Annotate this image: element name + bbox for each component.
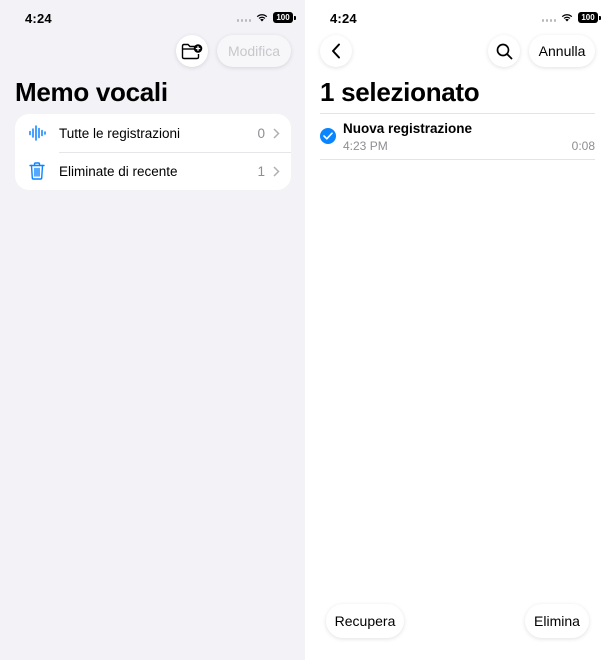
status-time: 4:24	[330, 11, 357, 26]
status-bar: 4:24 100	[0, 0, 305, 36]
search-button[interactable]	[488, 35, 520, 67]
recording-duration: 0:08	[571, 139, 595, 153]
search-icon	[496, 43, 512, 59]
recover-button[interactable]: Recupera	[326, 604, 404, 638]
delete-button[interactable]: Elimina	[525, 604, 589, 638]
chevron-right-icon	[273, 165, 280, 177]
divider	[320, 113, 595, 114]
folder-label: Eliminate di recente	[59, 163, 178, 179]
chevron-right-icon	[273, 127, 280, 139]
edit-button[interactable]: Modifica	[217, 35, 291, 67]
folder-label: Tutte le registrazioni	[59, 125, 181, 141]
folder-count: 0	[257, 125, 265, 141]
cellular-signal-icon	[541, 14, 556, 22]
cancel-button[interactable]: Annulla	[529, 35, 595, 67]
folders-list: Tutte le registrazioni 0 Eliminate di re…	[15, 114, 291, 190]
status-bar: 4:24 100	[305, 0, 610, 36]
waveform-icon	[29, 125, 46, 141]
voice-memos-list-screen: 4:24 100 Modifica Memo vocali Tutte le r…	[0, 0, 305, 660]
status-icons: 100	[541, 12, 601, 23]
wifi-icon	[561, 14, 573, 22]
wifi-icon	[256, 14, 268, 22]
recording-time: 4:23 PM	[343, 139, 388, 153]
cellular-signal-icon	[236, 14, 251, 22]
selected-checkmark-icon[interactable]	[320, 128, 336, 144]
divider	[320, 159, 595, 160]
page-title: 1 selezionato	[320, 77, 480, 107]
new-folder-icon	[181, 43, 203, 59]
status-icons: 100	[236, 12, 296, 23]
back-button[interactable]	[320, 35, 352, 67]
battery-icon: 100	[273, 12, 296, 23]
folder-row-all-recordings[interactable]: Tutte le registrazioni 0	[15, 114, 291, 152]
folder-count: 1	[257, 163, 265, 179]
status-time: 4:24	[25, 11, 52, 26]
recording-title: Nuova registrazione	[343, 121, 473, 136]
folder-row-recently-deleted[interactable]: Eliminate di recente 1	[15, 152, 291, 190]
page-title: Memo vocali	[15, 77, 168, 107]
battery-icon: 100	[578, 12, 601, 23]
trash-icon	[29, 162, 45, 180]
new-folder-button[interactable]	[176, 35, 208, 67]
chevron-left-icon	[332, 43, 340, 59]
